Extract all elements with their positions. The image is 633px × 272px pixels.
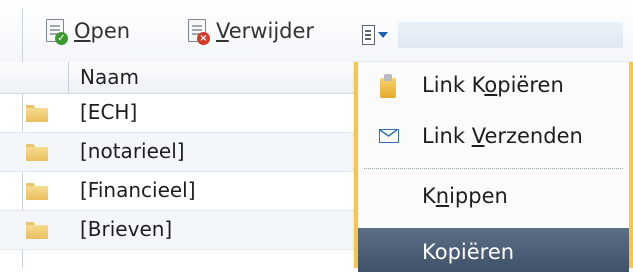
menu-item-send-link[interactable]: Link Verzenden <box>358 115 629 159</box>
toolbar: ✓ Open × Verwijder <box>0 0 633 62</box>
table-row[interactable]: [notarieel] <box>0 133 360 172</box>
folder-name: [ECH] <box>80 100 138 124</box>
folder-icon <box>26 105 48 122</box>
menu-item-label: Link Kopiëren <box>422 73 564 97</box>
envelope-icon <box>379 129 399 143</box>
delete-document-icon: × <box>186 18 210 45</box>
table-row[interactable]: [Financieel] <box>0 172 360 211</box>
menu-item-copy[interactable]: Kopiëren <box>358 228 629 272</box>
folder-icon <box>26 222 48 239</box>
menu-item-label: Link Verzenden <box>422 124 583 148</box>
menu-item-label: Kopiëren <box>422 240 515 264</box>
folder-name: [notarieel] <box>80 139 185 163</box>
folder-icon <box>26 144 48 161</box>
delete-button[interactable]: × Verwijder <box>186 14 314 48</box>
folder-icon <box>26 183 48 200</box>
menu-separator <box>364 168 623 169</box>
open-button[interactable]: ✓ Open <box>44 14 130 48</box>
context-menu: Link Kopiëren Link Verzenden Knippen Kop… <box>354 62 633 272</box>
list-header: Naam <box>0 62 360 94</box>
folder-name: [Financieel] <box>80 178 196 202</box>
table-row[interactable]: [Brieven] <box>0 211 360 250</box>
folder-name: [Brieven] <box>80 217 173 241</box>
column-separator[interactable] <box>68 62 69 93</box>
delete-button-label: Verwijder <box>216 19 315 43</box>
view-menu-title-area <box>398 22 623 48</box>
menu-item-copy-link[interactable]: Link Kopiëren <box>358 64 629 108</box>
view-menu-button[interactable] <box>358 18 633 52</box>
table-row[interactable]: [ECH] <box>0 94 360 133</box>
clipboard-icon <box>380 74 396 98</box>
column-header-name[interactable]: Naam <box>80 65 139 89</box>
view-dropdown-icon <box>362 23 390 47</box>
open-document-icon: ✓ <box>44 18 68 45</box>
file-list: Naam [ECH] [notarieel] [Financieel] [Bri… <box>0 62 360 268</box>
open-button-label: Open <box>74 19 131 43</box>
menu-item-label: Knippen <box>422 184 508 208</box>
toolbar-divider <box>22 8 23 62</box>
menu-item-cut[interactable]: Knippen <box>358 175 629 219</box>
